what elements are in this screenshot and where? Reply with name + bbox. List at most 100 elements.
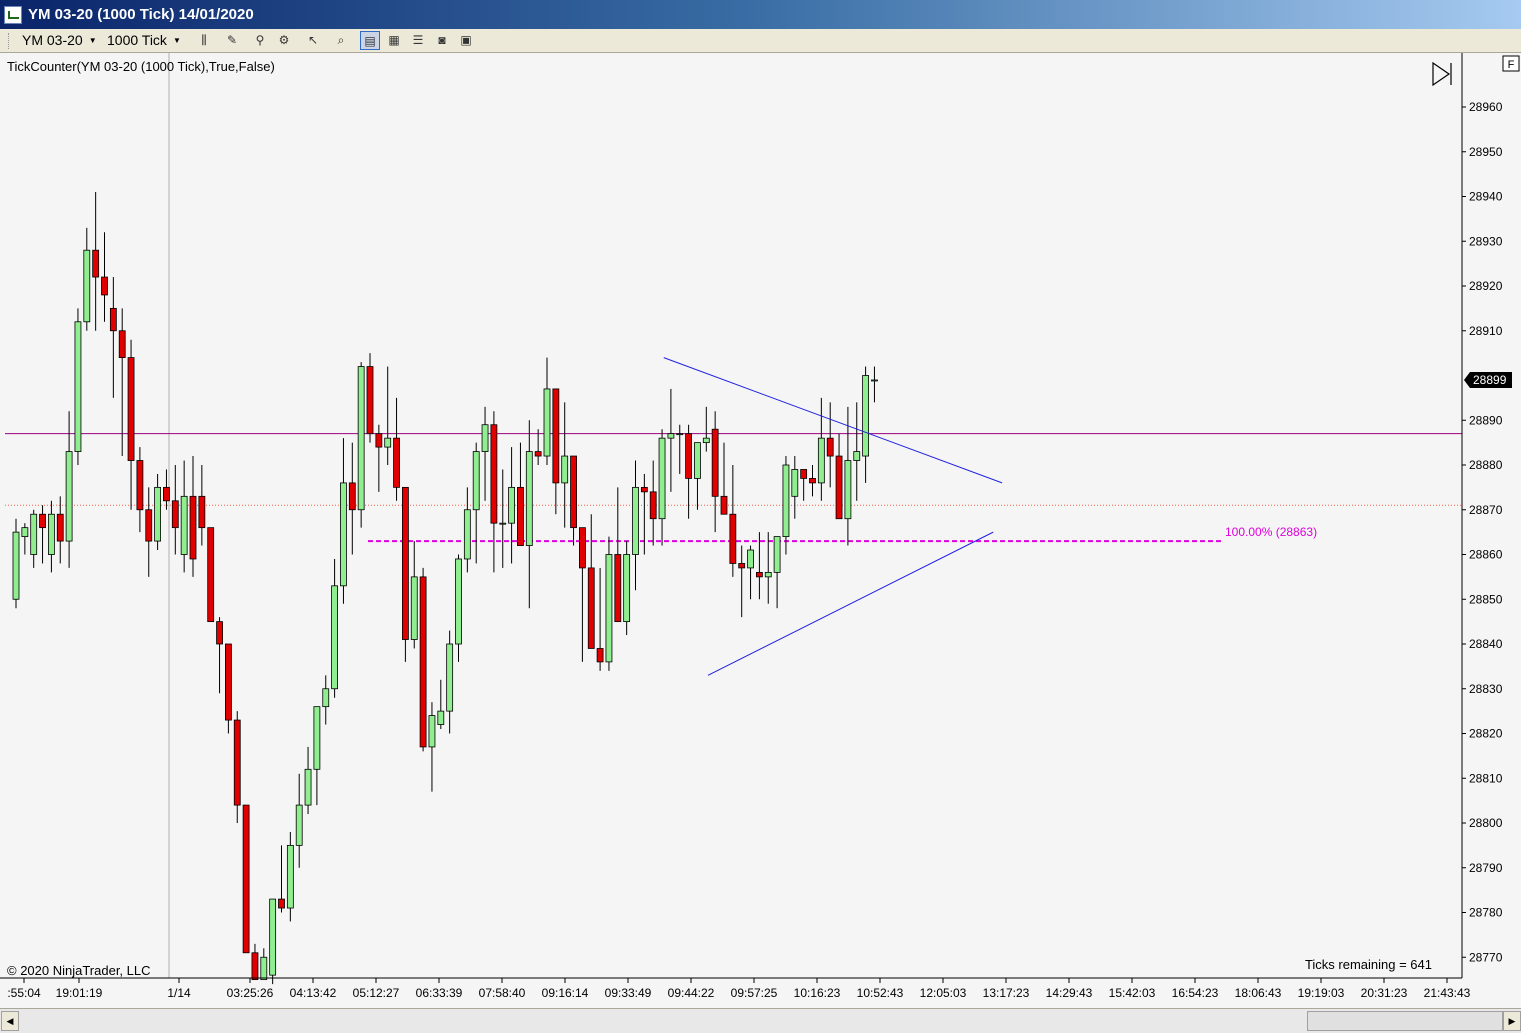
candle[interactable] bbox=[348, 442, 356, 555]
candle[interactable] bbox=[871, 366, 878, 403]
candle[interactable] bbox=[605, 536, 613, 671]
candle[interactable] bbox=[800, 469, 808, 501]
candle[interactable] bbox=[658, 429, 666, 546]
candle[interactable] bbox=[756, 532, 763, 600]
candle[interactable] bbox=[587, 514, 595, 649]
candle[interactable] bbox=[260, 948, 268, 981]
candle[interactable] bbox=[455, 554, 462, 662]
candle[interactable] bbox=[711, 411, 719, 533]
candle[interactable] bbox=[667, 388, 675, 492]
candle[interactable] bbox=[747, 545, 754, 600]
candle[interactable] bbox=[552, 388, 560, 515]
candlestick-chart[interactable]: 100.00% (28863) 28960 28950 28940 28930 2892… bbox=[0, 53, 1521, 1008]
candle[interactable] bbox=[862, 366, 869, 483]
candle[interactable] bbox=[853, 402, 861, 501]
candle[interactable] bbox=[738, 545, 746, 618]
chart-trader-button[interactable]: ▤ bbox=[360, 31, 380, 50]
candle[interactable] bbox=[640, 473, 648, 555]
candle[interactable] bbox=[48, 500, 55, 573]
candle[interactable] bbox=[826, 402, 834, 488]
candle[interactable] bbox=[92, 192, 100, 331]
candle[interactable] bbox=[136, 447, 144, 533]
candle[interactable] bbox=[304, 746, 312, 815]
candle[interactable] bbox=[702, 406, 710, 452]
data-box-button[interactable]: ▦ bbox=[384, 31, 404, 50]
candle[interactable] bbox=[791, 456, 799, 519]
chart-panel[interactable]: 100.00% (28863) 28960 28950 28940 28930 2892… bbox=[0, 53, 1521, 1008]
candle[interactable] bbox=[278, 845, 285, 913]
candle[interactable] bbox=[233, 711, 241, 823]
candle[interactable] bbox=[782, 456, 790, 555]
candle[interactable] bbox=[145, 487, 153, 577]
candle[interactable] bbox=[286, 831, 294, 922]
candle[interactable] bbox=[437, 679, 445, 730]
candle[interactable] bbox=[410, 541, 418, 649]
candle[interactable] bbox=[517, 442, 524, 546]
candle[interactable] bbox=[340, 438, 347, 604]
candle[interactable] bbox=[720, 442, 728, 515]
candle[interactable] bbox=[764, 532, 772, 604]
candle[interactable] bbox=[632, 460, 639, 591]
candle[interactable] bbox=[127, 339, 135, 510]
snapshot-button[interactable]: ◙ bbox=[432, 31, 452, 50]
candle[interactable] bbox=[21, 523, 29, 555]
candle[interactable] bbox=[490, 411, 498, 573]
candle[interactable] bbox=[401, 486, 409, 662]
candle[interactable] bbox=[357, 362, 365, 528]
candle[interactable] bbox=[508, 447, 516, 564]
candle[interactable] bbox=[729, 465, 737, 577]
candle[interactable] bbox=[428, 702, 436, 792]
candle[interactable] bbox=[101, 232, 108, 322]
candle[interactable] bbox=[224, 643, 232, 734]
candle[interactable] bbox=[446, 630, 454, 734]
candle[interactable] bbox=[83, 227, 91, 331]
candle[interactable] bbox=[481, 406, 489, 501]
candle[interactable] bbox=[809, 465, 816, 497]
candle[interactable] bbox=[384, 366, 392, 465]
scroll-to-end-button[interactable] bbox=[1428, 60, 1454, 87]
candle[interactable] bbox=[30, 509, 38, 568]
candle[interactable] bbox=[207, 527, 215, 623]
candle[interactable] bbox=[393, 397, 400, 501]
candle[interactable] bbox=[109, 277, 117, 398]
candle[interactable] bbox=[56, 496, 64, 564]
properties-button[interactable]: ☰ bbox=[408, 31, 428, 50]
candle[interactable] bbox=[216, 617, 223, 694]
candle[interactable] bbox=[817, 397, 825, 501]
instrument-dropdown[interactable]: YM 03-20 ▼ bbox=[22, 31, 97, 50]
candle[interactable] bbox=[579, 527, 586, 662]
cursor-mode-button[interactable]: ↖ bbox=[303, 31, 323, 50]
candle[interactable] bbox=[676, 424, 684, 474]
candle[interactable] bbox=[543, 357, 551, 465]
toolbar-grip[interactable] bbox=[8, 33, 11, 49]
candle[interactable] bbox=[773, 536, 781, 609]
candle[interactable] bbox=[534, 429, 542, 465]
candle[interactable] bbox=[472, 442, 480, 564]
scroll-right-arrow-icon[interactable]: ▶ bbox=[1503, 1011, 1521, 1031]
bar-type-button[interactable]: ⫼ bbox=[194, 31, 214, 50]
candle[interactable] bbox=[835, 433, 843, 520]
zoom-button[interactable]: ⌕ bbox=[331, 31, 351, 50]
candle[interactable] bbox=[295, 773, 303, 868]
strategies-button[interactable]: ⚙ bbox=[274, 31, 294, 50]
candle[interactable] bbox=[499, 469, 507, 568]
candle[interactable] bbox=[649, 460, 657, 546]
candle[interactable] bbox=[685, 424, 692, 519]
panel-float-button[interactable]: F bbox=[1502, 55, 1520, 72]
candle[interactable] bbox=[74, 308, 82, 465]
candle[interactable] bbox=[596, 567, 604, 671]
candle[interactable] bbox=[561, 402, 569, 528]
candle[interactable] bbox=[614, 487, 622, 623]
scrollbar-thumb[interactable] bbox=[1307, 1011, 1503, 1031]
candle[interactable] bbox=[463, 487, 471, 573]
candle[interactable] bbox=[242, 804, 250, 954]
candle[interactable] bbox=[322, 675, 330, 725]
candle[interactable] bbox=[375, 424, 383, 492]
candle[interactable] bbox=[251, 943, 259, 981]
candle[interactable] bbox=[570, 455, 577, 546]
candle[interactable] bbox=[419, 567, 427, 752]
scroll-left-arrow-icon[interactable]: ◀ bbox=[1, 1011, 19, 1031]
candle[interactable] bbox=[154, 473, 162, 551]
candle[interactable] bbox=[313, 706, 321, 806]
candle[interactable] bbox=[189, 456, 197, 577]
